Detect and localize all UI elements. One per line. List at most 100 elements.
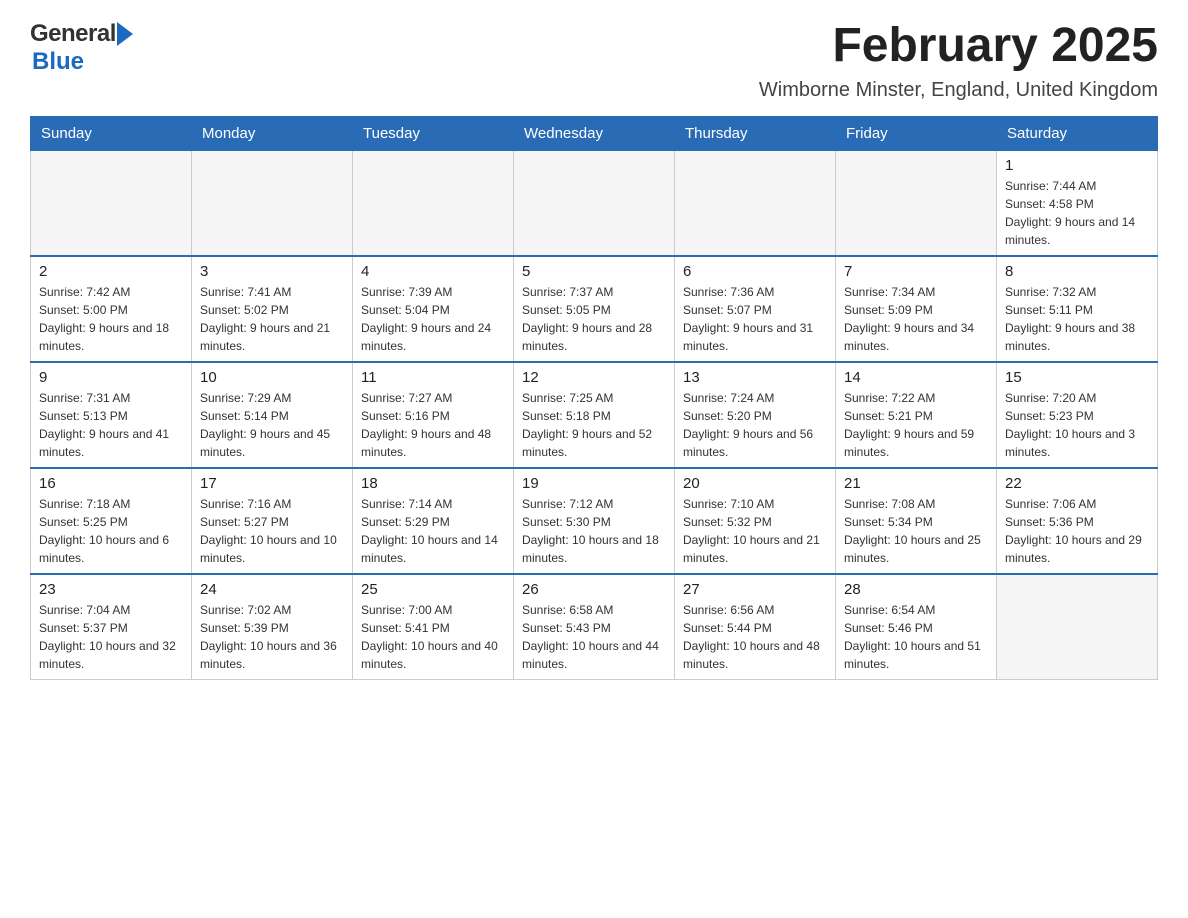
day-info: Sunrise: 7:34 AMSunset: 5:09 PMDaylight:… — [844, 283, 988, 355]
week-row-3: 9 Sunrise: 7:31 AMSunset: 5:13 PMDaylight… — [31, 362, 1158, 468]
calendar-cell — [836, 150, 997, 256]
calendar-cell: 6Sunrise: 7:36 AMSunset: 5:07 PMDaylight… — [675, 256, 836, 362]
day-info: Sunrise: 7:06 AMSunset: 5:36 PMDaylight:… — [1005, 495, 1149, 567]
calendar-cell — [997, 574, 1158, 680]
day-info: Sunrise: 7:39 AMSunset: 5:04 PMDaylight:… — [361, 283, 505, 355]
calendar-cell: 19 Sunrise: 7:12 AMSunset: 5:30 PMDayligh… — [514, 468, 675, 574]
week-row-1: 1 Sunrise: 7:44 AMSunset: 4:58 PMDaylight… — [31, 150, 1158, 256]
day-number: 18 — [361, 475, 505, 492]
day-info: Sunrise: 7:41 AMSunset: 5:02 PMDaylight:… — [200, 283, 344, 355]
calendar-cell: 1 Sunrise: 7:44 AMSunset: 4:58 PMDaylight… — [997, 150, 1158, 256]
day-number: 23 — [39, 581, 183, 598]
day-header-saturday: Saturday — [997, 116, 1158, 150]
day-header-friday: Friday — [836, 116, 997, 150]
calendar-cell: 24 Sunrise: 7:02 AMSunset: 5:39 PMDayligh… — [192, 574, 353, 680]
day-number: 24 — [200, 581, 344, 598]
day-header-wednesday: Wednesday — [514, 116, 675, 150]
calendar-cell: 14 Sunrise: 7:22 AMSunset: 5:21 PMDayligh… — [836, 362, 997, 468]
day-number: 25 — [361, 581, 505, 598]
day-info: Sunrise: 7:20 AMSunset: 5:23 PMDaylight:… — [1005, 389, 1149, 461]
day-number: 9 — [39, 369, 183, 386]
calendar-cell: 7 Sunrise: 7:34 AMSunset: 5:09 PMDaylight… — [836, 256, 997, 362]
logo: General Blue — [30, 20, 133, 76]
calendar-cell: 4Sunrise: 7:39 AMSunset: 5:04 PMDaylight… — [353, 256, 514, 362]
day-number: 27 — [683, 581, 827, 598]
day-number: 5 — [522, 263, 666, 280]
day-info: Sunrise: 7:12 AMSunset: 5:30 PMDaylight:… — [522, 495, 666, 567]
calendar-cell: 16 Sunrise: 7:18 AMSunset: 5:25 PMDayligh… — [31, 468, 192, 574]
day-number: 10 — [200, 369, 344, 386]
calendar-cell: 12Sunrise: 7:25 AMSunset: 5:18 PMDayligh… — [514, 362, 675, 468]
day-number: 15 — [1005, 369, 1149, 386]
day-header-tuesday: Tuesday — [353, 116, 514, 150]
calendar-cell: 22 Sunrise: 7:06 AMSunset: 5:36 PMDayligh… — [997, 468, 1158, 574]
day-number: 13 — [683, 369, 827, 386]
day-header-row: SundayMondayTuesdayWednesdayThursdayFrid… — [31, 116, 1158, 150]
day-number: 17 — [200, 475, 344, 492]
day-info: Sunrise: 7:31 AMSunset: 5:13 PMDaylight:… — [39, 389, 183, 461]
calendar-cell — [353, 150, 514, 256]
day-number: 22 — [1005, 475, 1149, 492]
calendar-cell — [675, 150, 836, 256]
logo-blue-text: Blue — [32, 48, 84, 75]
day-header-sunday: Sunday — [31, 116, 192, 150]
calendar-cell: 5Sunrise: 7:37 AMSunset: 5:05 PMDaylight… — [514, 256, 675, 362]
calendar-cell: 26 Sunrise: 6:58 AMSunset: 5:43 PMDayligh… — [514, 574, 675, 680]
day-number: 2 — [39, 263, 183, 280]
day-number: 8 — [1005, 263, 1149, 280]
day-info: Sunrise: 7:24 AMSunset: 5:20 PMDaylight:… — [683, 389, 827, 461]
day-info: Sunrise: 7:00 AMSunset: 5:41 PMDaylight:… — [361, 601, 505, 673]
day-number: 11 — [361, 369, 505, 386]
day-info: Sunrise: 7:04 AMSunset: 5:37 PMDaylight:… — [39, 601, 183, 673]
logo-arrow-icon — [117, 22, 133, 46]
day-number: 3 — [200, 263, 344, 280]
calendar-cell: 25 Sunrise: 7:00 AMSunset: 5:41 PMDayligh… — [353, 574, 514, 680]
day-number: 21 — [844, 475, 988, 492]
day-number: 28 — [844, 581, 988, 598]
calendar-cell: 8 Sunrise: 7:32 AMSunset: 5:11 PMDaylight… — [997, 256, 1158, 362]
day-number: 20 — [683, 475, 827, 492]
day-info: Sunrise: 7:14 AMSunset: 5:29 PMDaylight:… — [361, 495, 505, 567]
calendar-cell: 10Sunrise: 7:29 AMSunset: 5:14 PMDayligh… — [192, 362, 353, 468]
day-info: Sunrise: 6:54 AMSunset: 5:46 PMDaylight:… — [844, 601, 988, 673]
calendar-cell: 23 Sunrise: 7:04 AMSunset: 5:37 PMDayligh… — [31, 574, 192, 680]
calendar-subtitle: Wimborne Minster, England, United Kingdo… — [759, 79, 1158, 102]
day-info: Sunrise: 6:58 AMSunset: 5:43 PMDaylight:… — [522, 601, 666, 673]
day-info: Sunrise: 7:02 AMSunset: 5:39 PMDaylight:… — [200, 601, 344, 673]
day-info: Sunrise: 6:56 AMSunset: 5:44 PMDaylight:… — [683, 601, 827, 673]
day-info: Sunrise: 7:18 AMSunset: 5:25 PMDaylight:… — [39, 495, 183, 567]
calendar-title: February 2025 — [759, 20, 1158, 73]
day-header-thursday: Thursday — [675, 116, 836, 150]
day-info: Sunrise: 7:44 AMSunset: 4:58 PMDaylight:… — [1005, 177, 1149, 249]
calendar-cell: 2 Sunrise: 7:42 AMSunset: 5:00 PMDaylight… — [31, 256, 192, 362]
day-info: Sunrise: 7:36 AMSunset: 5:07 PMDaylight:… — [683, 283, 827, 355]
header: General Blue February 2025 Wimborne Mins… — [30, 20, 1158, 102]
day-info: Sunrise: 7:25 AMSunset: 5:18 PMDaylight:… — [522, 389, 666, 461]
day-info: Sunrise: 7:22 AMSunset: 5:21 PMDaylight:… — [844, 389, 988, 461]
calendar-cell — [192, 150, 353, 256]
calendar-cell: 3 Sunrise: 7:41 AMSunset: 5:02 PMDaylight… — [192, 256, 353, 362]
calendar-cell: 27 Sunrise: 6:56 AMSunset: 5:44 PMDayligh… — [675, 574, 836, 680]
day-number: 19 — [522, 475, 666, 492]
day-number: 14 — [844, 369, 988, 386]
day-info: Sunrise: 7:27 AMSunset: 5:16 PMDaylight:… — [361, 389, 505, 461]
day-number: 1 — [1005, 157, 1149, 174]
logo-general-text: General — [30, 20, 116, 48]
day-number: 16 — [39, 475, 183, 492]
day-number: 7 — [844, 263, 988, 280]
day-header-monday: Monday — [192, 116, 353, 150]
day-info: Sunrise: 7:10 AMSunset: 5:32 PMDaylight:… — [683, 495, 827, 567]
calendar-cell: 20 Sunrise: 7:10 AMSunset: 5:32 PMDayligh… — [675, 468, 836, 574]
week-row-5: 23 Sunrise: 7:04 AMSunset: 5:37 PMDayligh… — [31, 574, 1158, 680]
day-info: Sunrise: 7:16 AMSunset: 5:27 PMDaylight:… — [200, 495, 344, 567]
day-number: 26 — [522, 581, 666, 598]
calendar-cell: 13 Sunrise: 7:24 AMSunset: 5:20 PMDayligh… — [675, 362, 836, 468]
day-info: Sunrise: 7:42 AMSunset: 5:00 PMDaylight:… — [39, 283, 183, 355]
calendar-cell: 18 Sunrise: 7:14 AMSunset: 5:29 PMDayligh… — [353, 468, 514, 574]
calendar-cell: 21Sunrise: 7:08 AMSunset: 5:34 PMDayligh… — [836, 468, 997, 574]
calendar-cell: 15 Sunrise: 7:20 AMSunset: 5:23 PMDayligh… — [997, 362, 1158, 468]
week-row-4: 16 Sunrise: 7:18 AMSunset: 5:25 PMDayligh… — [31, 468, 1158, 574]
calendar-cell — [514, 150, 675, 256]
week-row-2: 2 Sunrise: 7:42 AMSunset: 5:00 PMDaylight… — [31, 256, 1158, 362]
day-info: Sunrise: 7:32 AMSunset: 5:11 PMDaylight:… — [1005, 283, 1149, 355]
